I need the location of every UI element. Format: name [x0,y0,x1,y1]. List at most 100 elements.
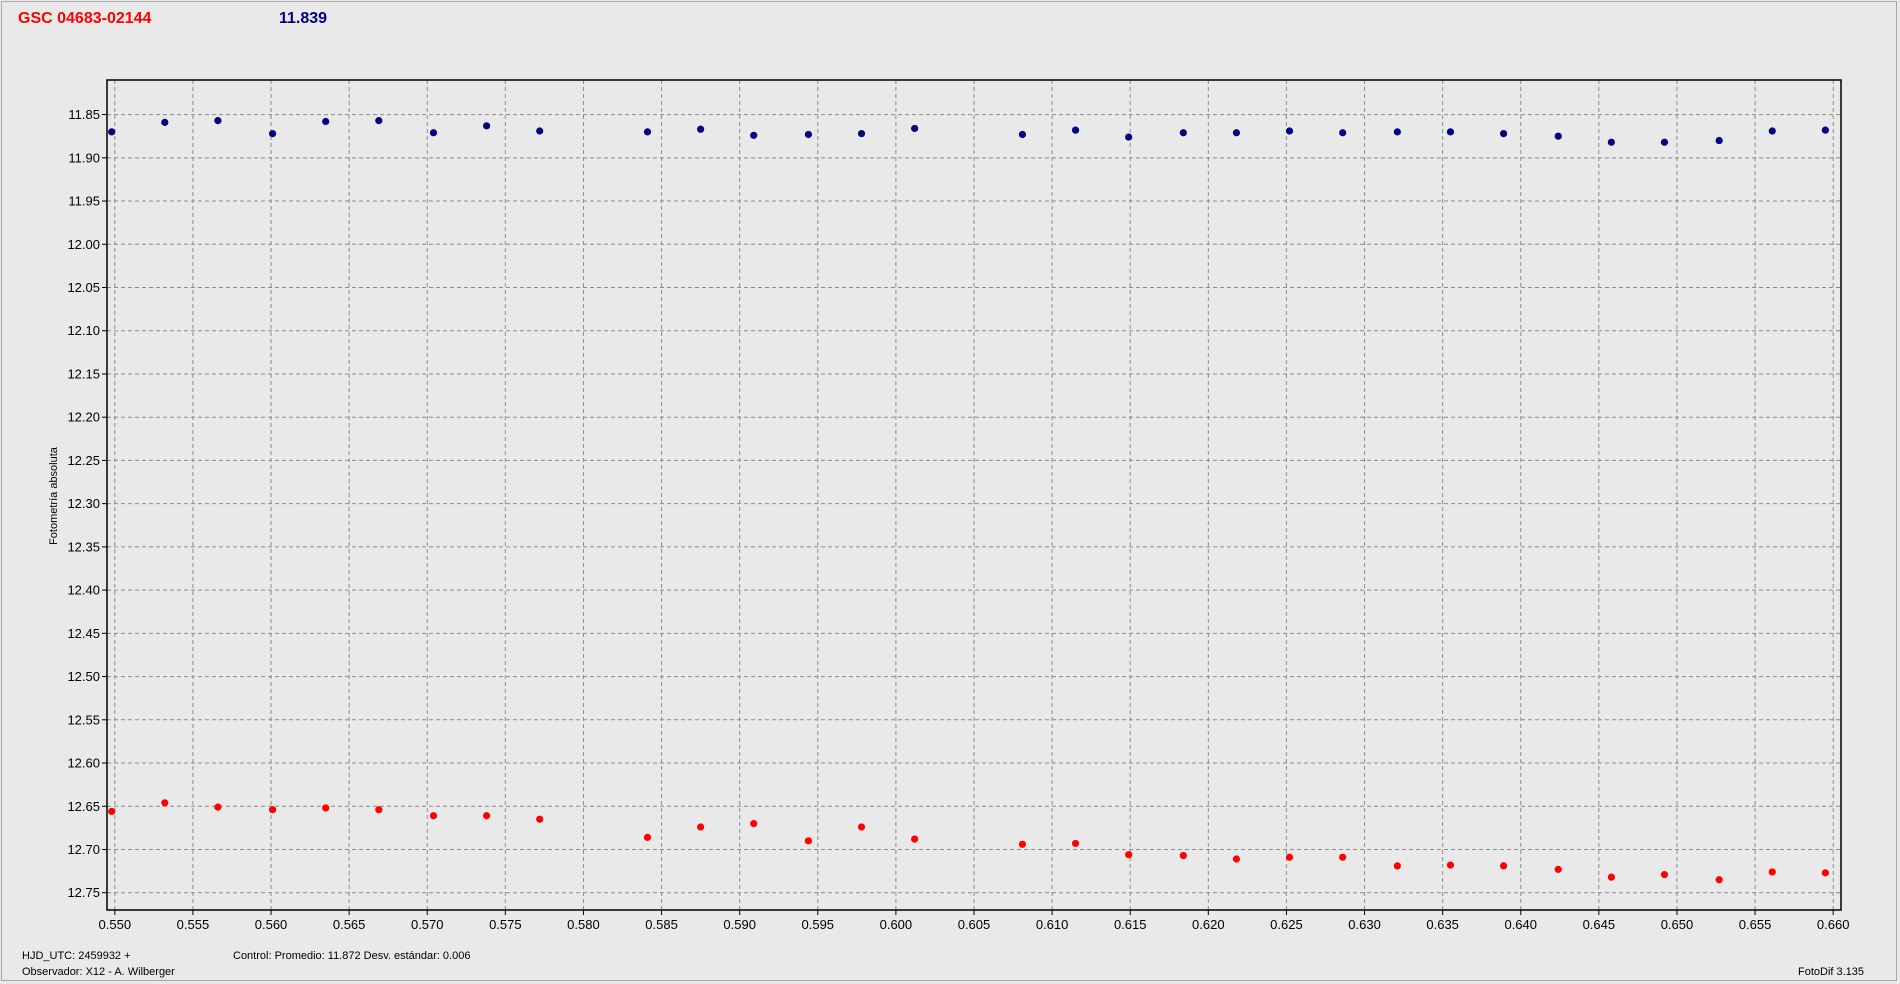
data-point [804,837,813,845]
data-point [1393,128,1401,136]
y-tick-label: 11.85 [68,107,100,122]
x-tick-label: 0.600 [880,917,913,932]
data-point [1660,870,1669,879]
data-point [1285,127,1294,135]
y-tick-label: 12.30 [67,496,100,511]
x-tick-label: 0.640 [1504,917,1537,932]
data-point [857,130,866,138]
x-tick-label: 0.585 [645,917,678,932]
data-point [161,799,169,807]
x-tick-label: 0.625 [1270,917,1303,932]
data-point [483,812,491,820]
data-point [536,127,544,135]
data-point [911,124,919,133]
data-point [1499,130,1508,138]
data-point [375,117,383,125]
x-tick-label: 0.570 [411,917,444,932]
y-tick-label: 12.25 [67,453,100,468]
data-point [1768,127,1776,135]
data-point [268,806,277,814]
data-point [750,819,758,828]
y-tick-label: 12.05 [67,280,100,295]
data-point [1018,840,1027,848]
data-point [1821,869,1829,877]
x-tick-label: 0.580 [567,917,600,932]
data-point [804,130,813,139]
data-point [1499,862,1508,870]
x-tick-label: 0.615 [1114,917,1147,932]
control-stats: Control: Promedio: 11.872 Desv. estándar… [233,950,471,962]
data-point [1554,865,1562,873]
x-tick-label: 0.575 [489,917,522,932]
data-point [108,128,116,136]
data-point [697,125,705,133]
data-point [1232,129,1241,137]
y-tick-label: 12.75 [67,885,100,900]
x-tick-label: 0.645 [1583,917,1616,932]
data-point [750,131,758,139]
x-tick-label: 0.610 [1036,917,1069,932]
data-point [1607,138,1615,146]
x-tick-label: 0.590 [723,917,756,932]
data-point [268,130,277,138]
data-point [857,823,866,831]
y-tick-label: 12.40 [67,583,100,598]
x-tick-label: 0.630 [1348,917,1381,932]
data-point [322,804,330,812]
x-tick-label: 0.620 [1192,917,1225,932]
data-point [214,803,222,811]
data-point [1125,851,1133,859]
y-tick-label: 12.50 [67,669,100,684]
data-point [1071,839,1080,848]
y-tick-label: 12.20 [67,410,100,425]
data-point [1607,873,1615,881]
data-point [375,806,383,814]
data-point [1285,853,1294,861]
y-tick-label: 12.15 [67,366,100,381]
y-tick-label: 12.70 [67,842,100,857]
control-star-series [108,117,1829,146]
data-point [1768,868,1776,876]
data-point [1179,129,1187,137]
data-point [214,117,222,125]
x-tick-label: 0.565 [333,917,366,932]
x-tick-label: 0.650 [1661,917,1694,932]
data-point [643,128,652,136]
y-tick-label: 12.55 [67,712,100,727]
y-tick-label: 12.00 [67,237,100,252]
target-star-series [108,799,1829,884]
x-tick-label: 0.550 [99,917,132,932]
data-point [1125,133,1133,141]
data-point [697,823,705,831]
x-tick-label: 0.555 [177,917,210,932]
data-point [536,815,544,823]
data-point [108,807,116,816]
data-point [1715,876,1723,884]
data-point [1339,129,1347,137]
data-point [1821,126,1829,134]
y-axis-label: Fotometría absoluta [48,447,60,545]
x-tick-label: 0.655 [1739,917,1772,932]
data-point [429,129,438,137]
hjd-reference: HJD_UTC: 2459932 + [22,950,131,962]
data-points [108,117,1829,884]
data-point [429,812,438,820]
y-tick-label: 12.35 [67,539,100,554]
y-tick-label: 12.10 [67,323,100,338]
data-point [643,833,652,841]
data-point [1446,861,1455,869]
x-tick-label: 0.660 [1817,917,1850,932]
y-tick-label: 11.95 [68,194,100,209]
y-tick-label: 12.45 [67,626,100,641]
data-point [1179,851,1187,860]
data-point [1018,130,1027,139]
data-point [322,117,330,126]
data-point [161,118,169,126]
software-version: FotoDif 3.135 [1798,966,1865,978]
y-tick-label: 11.90 [68,150,100,165]
data-point [1715,136,1723,145]
light-curve-chart[interactable]: 0.550 0.555 0.560 0.565 0.570 0.575 0.580 0.585… [0,0,1900,984]
data-point [483,122,491,130]
data-point [1393,862,1401,870]
data-point [1554,132,1562,140]
